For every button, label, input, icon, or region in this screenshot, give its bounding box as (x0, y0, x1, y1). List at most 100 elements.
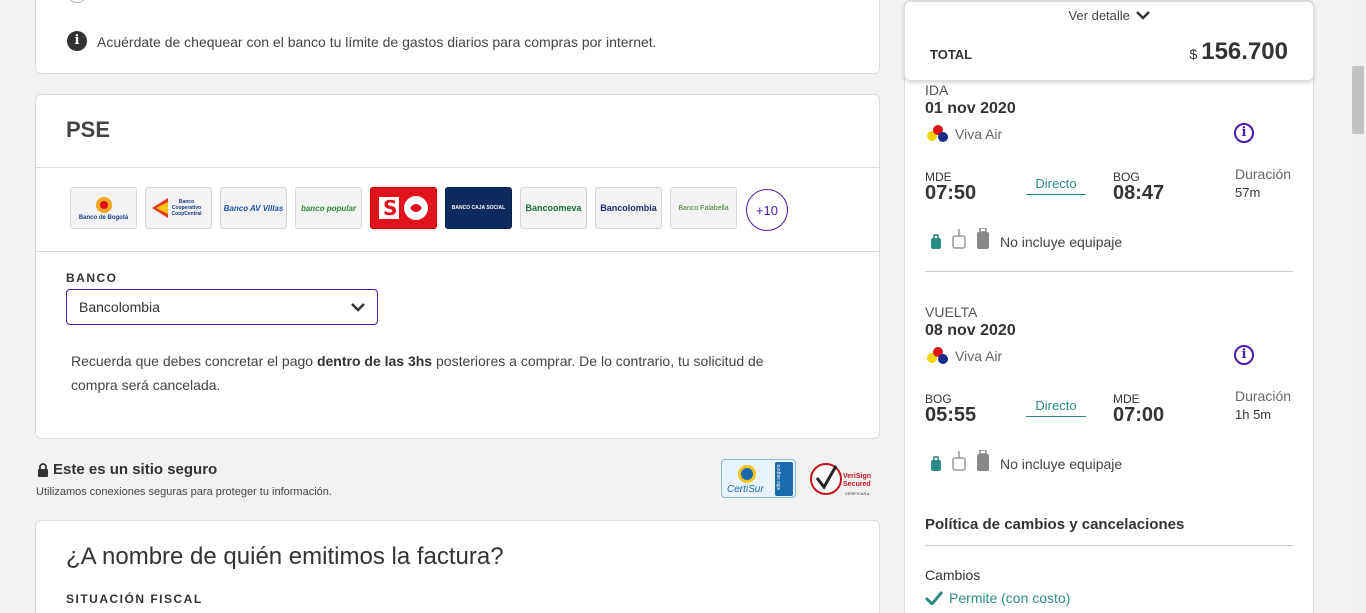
bank-logo-coopcentral[interactable]: Banco Cooperativo CoopCentral (145, 187, 212, 229)
stops-label: Directo (1026, 176, 1086, 195)
divider (36, 167, 879, 168)
notice-text: Recuerda que debes concretar el pago (71, 353, 317, 369)
bank-field-label: BANCO (66, 271, 118, 285)
view-detail-toggle[interactable]: Ver detalle (905, 8, 1313, 23)
fiscal-situation-label: SITUACIÓN FISCAL (66, 592, 203, 606)
bank-logo-banco-popular[interactable]: banco popular (295, 187, 362, 229)
total-amount: $156.700 (1189, 38, 1288, 66)
bank-logo-caja-social[interactable]: BANCO CAJA SOCIAL (445, 187, 512, 229)
bank-name: Banco de Bogotá (78, 215, 129, 221)
baggage-row: No incluye equipaje (930, 450, 1122, 472)
bank-logo-banco-falabella[interactable]: Banco Falabella (670, 187, 737, 229)
secure-site-subtitle: Utilizamos conexiones seguras para prote… (36, 486, 332, 498)
bank-logo-banco-de-bogota[interactable]: Banco de Bogotá (70, 187, 137, 229)
secure-site-title: Este es un sitio seguro (37, 461, 217, 478)
airline-name: Viva Air (955, 348, 1003, 364)
leg-label-return: VUELTA (925, 304, 978, 320)
checked-bag-icon (977, 228, 989, 249)
bank-name: banco popular (300, 203, 357, 213)
currency-symbol: $ (1189, 46, 1198, 62)
airline-name: Viva Air (955, 126, 1003, 142)
bank-logo-santander[interactable]: S (370, 187, 437, 229)
lock-icon (38, 462, 48, 477)
flight-info-icon[interactable]: i (1234, 123, 1254, 143)
payment-option-card: i Acuérdate de chequear con el banco tu … (35, 0, 880, 74)
coopcentral-icon (151, 198, 168, 218)
view-detail-label: Ver detalle (1068, 8, 1130, 23)
notice-bold: dentro de las 3hs (316, 353, 433, 369)
bank-name: Banco AV Villas (223, 203, 284, 213)
checkmark-icon (925, 591, 943, 605)
total-value: 156.700 (1201, 38, 1288, 65)
changes-value: Permite (con costo) (949, 590, 1071, 606)
bank-logo-av-villas[interactable]: Banco AV Villas (220, 187, 287, 229)
personal-item-icon (931, 456, 941, 471)
info-icon: i (67, 31, 87, 51)
duration-value: 57m (1235, 185, 1261, 200)
certisur-seal[interactable]: CertiSur sitio seguro (721, 459, 796, 498)
personal-item-icon (931, 234, 941, 249)
chevron-down-icon (351, 290, 365, 324)
leg-label-outbound: IDA (925, 82, 949, 98)
svg-text:CertiSur: CertiSur (727, 484, 764, 495)
divider (925, 271, 1293, 272)
bank-logo-bancoomeva[interactable]: Bancoomeva (520, 187, 587, 229)
arrival-time: 07:00 (1113, 404, 1165, 426)
bank-select[interactable]: Bancolombia (66, 289, 378, 325)
departure-time: 07:50 (925, 182, 977, 204)
page-scrollbar[interactable] (1349, 0, 1366, 613)
bank-limit-notice: Acuérdate de chequear con el banco tu lí… (97, 34, 657, 50)
divider (36, 251, 879, 252)
payment-radio[interactable] (67, 0, 87, 3)
total-box: Ver detalle TOTAL $156.700 (904, 1, 1314, 81)
pse-card: PSE Banco de Bogotá Banco Cooperativo Co… (35, 94, 880, 439)
leg-date-outbound: 01 nov 2020 (925, 100, 1016, 117)
chevron-down-icon (1135, 11, 1150, 20)
verisign-seal[interactable]: VeriSign Secured VERIFICAR ▸ (809, 460, 881, 498)
bank-name: Banco Falabella (678, 204, 729, 212)
bank-select-value: Bancolombia (79, 299, 160, 315)
duration-label: Duración (1235, 166, 1292, 182)
bank-name: Bancoomeva (525, 203, 582, 213)
total-label: TOTAL (930, 47, 973, 62)
secure-site-title-text: Este es un sitio seguro (53, 461, 218, 478)
bogota-icon (95, 197, 112, 213)
duration-value: 1h 5m (1235, 407, 1272, 422)
santander-icon: S (378, 196, 428, 220)
policy-title: Política de cambios y cancelaciones (925, 516, 1185, 533)
bank-name: Banco Cooperativo CoopCentral (171, 199, 202, 217)
baggage-text: No incluye equipaje (1000, 234, 1123, 250)
flight-info-icon[interactable]: i (1234, 345, 1254, 365)
svg-text:VERIFICAR ▸: VERIFICAR ▸ (845, 491, 869, 496)
svg-text:Secured: Secured (843, 481, 871, 488)
svg-text:S: S (383, 196, 397, 220)
pse-title: PSE (66, 117, 111, 142)
carry-on-icon (952, 451, 966, 471)
invoice-card: ¿A nombre de quién emitimos la factura? … (35, 520, 880, 613)
bank-logo-bancolombia[interactable]: Bancolombia (595, 187, 662, 229)
carry-on-icon (952, 229, 966, 249)
leg-date-return: 08 nov 2020 (925, 322, 1016, 339)
verisign-logo-icon: VeriSign Secured VERIFICAR ▸ (810, 463, 871, 496)
svg-text:sitio seguro: sitio seguro (776, 464, 782, 490)
invoice-title: ¿A nombre de quién emitimos la factura? (66, 543, 504, 570)
payment-deadline-notice: Recuerda que debes concretar el pago den… (71, 349, 811, 397)
airline-outbound: Viva Air (927, 125, 1002, 143)
scrollbar-thumb[interactable] (1352, 66, 1364, 134)
changes-policy: Permite (con costo) (925, 590, 1070, 606)
viva-air-logo-icon (927, 347, 949, 365)
more-banks-button[interactable]: +10 (746, 189, 788, 231)
divider (925, 545, 1293, 546)
certisur-logo-icon: CertiSur sitio seguro (727, 462, 793, 496)
checked-bag-icon (977, 450, 989, 471)
bank-name: BANCO CAJA SOCIAL (451, 205, 506, 211)
svg-text:VeriSign: VeriSign (843, 473, 871, 480)
baggage-row: No incluye equipaje (930, 228, 1122, 250)
viva-air-logo-icon (927, 125, 949, 143)
arrival-time: 08:47 (1113, 182, 1165, 204)
bank-name: Bancolombia (600, 203, 657, 213)
stops-label: Directo (1026, 398, 1086, 417)
airline-return: Viva Air (927, 347, 1002, 365)
duration-label: Duración (1235, 388, 1292, 404)
changes-label: Cambios (925, 567, 981, 583)
